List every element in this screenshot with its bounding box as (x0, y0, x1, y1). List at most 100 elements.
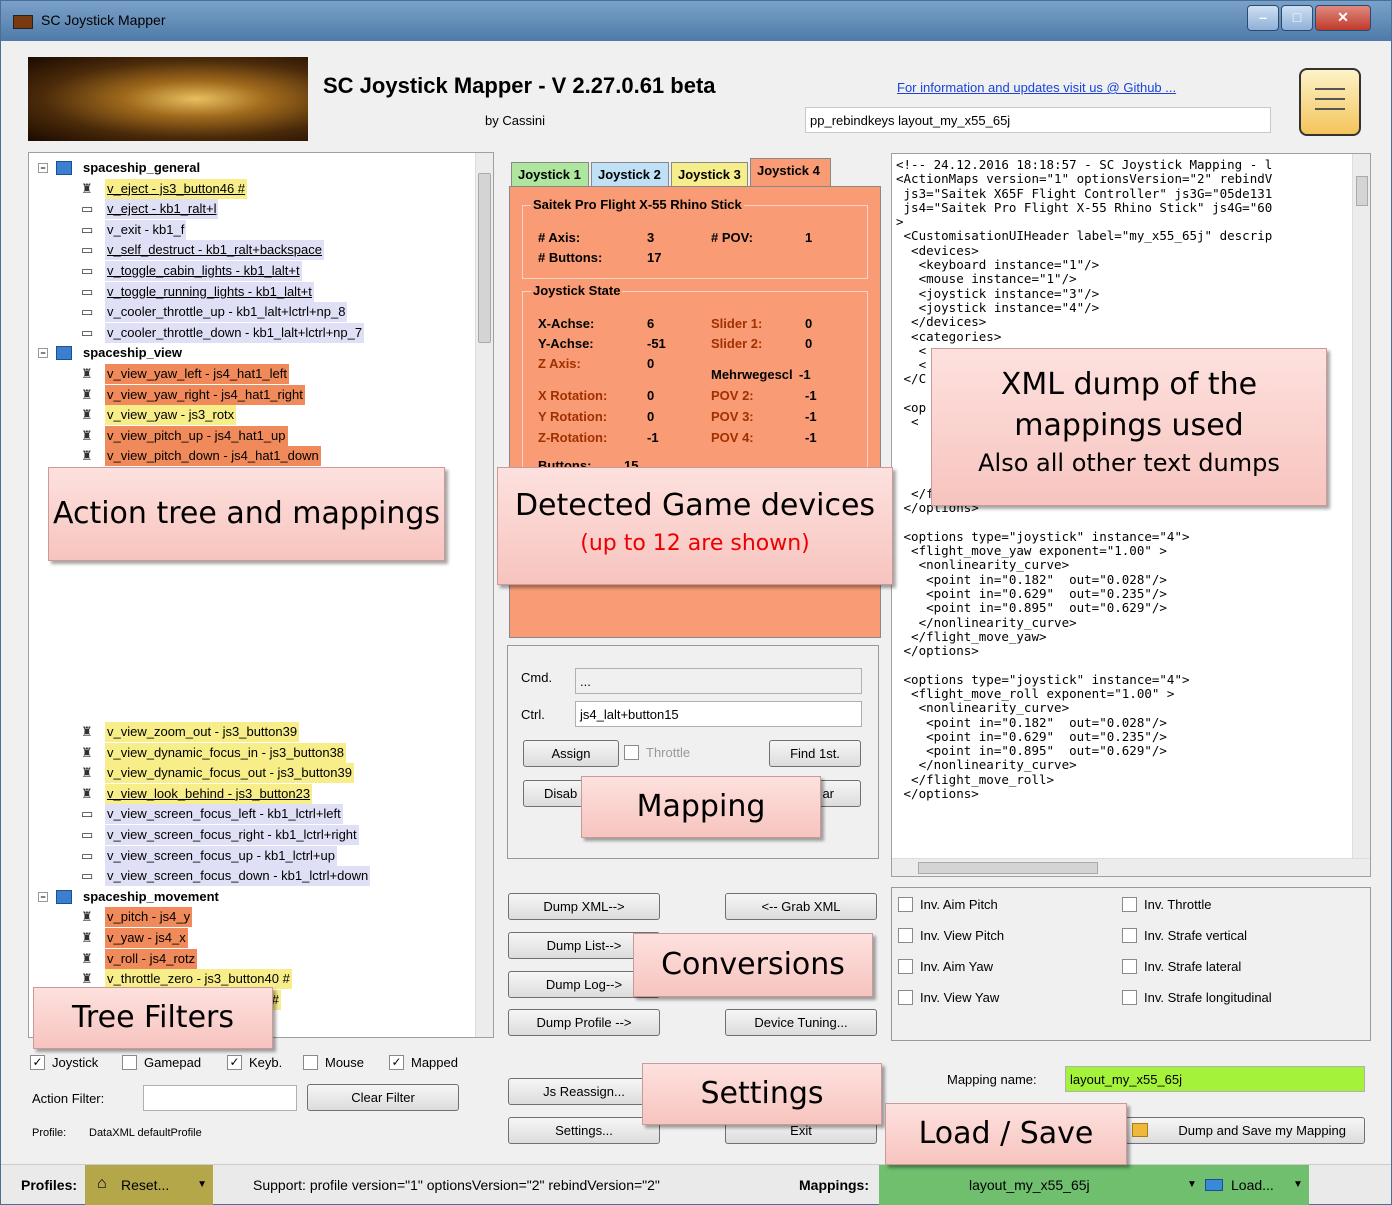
tree-item[interactable]: ♜ v_view_dynamic_focus_in - js3_button38 (29, 742, 469, 763)
collapse-icon[interactable]: − (38, 891, 48, 902)
tree-item[interactable]: ♜ v_view_look_behind - js3_button23 (29, 783, 469, 804)
dropdown-arrow-icon: ▼ (197, 1179, 207, 1190)
tree-item[interactable]: ♜ v_yaw - js4_x (29, 928, 469, 948)
tree-item[interactable]: ▭ v_view_screen_focus_down - kb1_lctrl+do… (29, 866, 469, 887)
invert-checkbox[interactable]: Inv. View Yaw (898, 989, 999, 1007)
mappings-dropdown[interactable]: layout_my_x55_65j ▼ Load... ▼ (879, 1165, 1309, 1205)
filter-gamepad-checkbox[interactable]: Gamepad (122, 1054, 201, 1072)
tree-item-label: v_cooler_throttle_up - kb1_lalt+lctrl+np… (105, 302, 348, 323)
tree-item[interactable]: ♜ v_view_pitch_up - js4_hat1_up (29, 425, 469, 446)
tab-joystick-4[interactable]: Joystick 4 (750, 158, 831, 186)
tree-item[interactable]: ▭ v_eject - kb1_ralt+l (29, 199, 469, 220)
state-label: Slider 1: (711, 316, 763, 331)
settings-button[interactable]: Settings... (508, 1117, 660, 1144)
title-bar[interactable]: SC Joystick Mapper – □ ✕ (1, 1, 1391, 41)
tree-item-label: v_view_pitch_up - js4_hat1_up (105, 425, 288, 446)
maximize-button[interactable]: □ (1281, 5, 1313, 31)
state-value: -1 (799, 367, 811, 382)
tree-item-label: v_view_screen_focus_right - kb1_lctrl+ri… (105, 825, 359, 845)
filter-mouse-checkbox[interactable]: Mouse (303, 1054, 364, 1072)
tree-scrollbar[interactable] (475, 153, 493, 1037)
github-link[interactable]: For information and updates visit us @ G… (897, 80, 1176, 95)
tree-item[interactable]: ▭ v_view_screen_focus_left - kb1_lctrl+le… (29, 804, 469, 825)
tree-item[interactable]: ♜ v_roll - js4_rotz (29, 948, 469, 969)
callout-devices-text: Detected Game devices (514, 488, 876, 523)
cmd-field[interactable]: ... (575, 668, 862, 694)
tree-scroll-thumb[interactable] (478, 173, 491, 343)
dump-and-save-button[interactable]: Dump and Save my Mapping (1125, 1117, 1365, 1144)
tree-item[interactable]: ♜ v_eject - js3_button46 # (29, 178, 469, 199)
action-tree[interactable]: − spaceship_general ♜ v_eject - js3_button4… (28, 152, 494, 1038)
tab-joystick-2[interactable]: Joystick 2 (591, 162, 669, 186)
tree-item[interactable]: ♜ v_pitch - js4_y (29, 907, 469, 928)
xml-horizontal-scrollbar[interactable] (892, 858, 1370, 876)
invert-checkbox[interactable]: Inv. Strafe longitudinal (1122, 989, 1272, 1007)
reset-profile-dropdown[interactable]: ⌂ Reset... ▼ (85, 1165, 213, 1205)
device-tuning-button[interactable]: Device Tuning... (725, 1009, 877, 1036)
dump-profile-button[interactable]: Dump Profile --> (508, 1009, 660, 1036)
tree-item[interactable]: ▭ v_toggle_cabin_lights - kb1_lalt+t (29, 261, 469, 281)
collapse-icon[interactable]: − (38, 348, 48, 359)
tab-joystick-3[interactable]: Joystick 3 (671, 162, 748, 186)
filter-mapped-checkbox[interactable]: ✓ Mapped (389, 1054, 458, 1072)
ctrl-field[interactable]: js4_lalt+button15 (575, 701, 862, 727)
invert-checkbox[interactable]: Inv. Throttle (1122, 896, 1211, 914)
tree-item[interactable]: ▭ v_cooler_throttle_down - kb1_lalt+lctrl… (29, 322, 469, 343)
close-button[interactable]: ✕ (1315, 5, 1371, 31)
copy-to-clipboard-icon[interactable] (1299, 68, 1361, 136)
invert-checkbox[interactable]: Inv. Aim Yaw (898, 958, 993, 976)
filter-keyboard-checkbox[interactable]: ✓ Keyb. (227, 1054, 282, 1072)
throttle-checkbox[interactable]: Throttle (624, 744, 690, 762)
tree-item-label: v_view_look_behind - js3_button23 (105, 783, 313, 804)
tree-item[interactable]: ▭ v_cooler_throttle_up - kb1_lalt+lctrl+n… (29, 302, 469, 323)
xml-vertical-scrollbar[interactable] (1352, 154, 1370, 859)
tree-item[interactable]: ▭ v_self_destruct - kb1_ralt+backspace (29, 240, 469, 261)
callout-settings-text: Settings (700, 1076, 824, 1111)
tree-item[interactable]: ♜ v_view_yaw - js3_rotx (29, 405, 469, 426)
tree-item[interactable]: ♜ v_view_zoom_out - js3_button39 (29, 722, 469, 742)
js-reassign-button[interactable]: Js Reassign... (508, 1078, 660, 1105)
grab-xml-button[interactable]: <-- Grab XML (725, 893, 877, 920)
tree-item[interactable]: ▭ v_view_screen_focus_right - kb1_lctrl+r… (29, 825, 469, 845)
tree-item[interactable]: ♜ v_view_dynamic_focus_out - js3_button39 (29, 763, 469, 784)
tree-group[interactable]: − spaceship_view (29, 343, 469, 363)
invert-checkbox[interactable]: Inv. View Pitch (898, 927, 1004, 945)
joystick-icon: ♜ (81, 724, 93, 739)
xml-vscroll-thumb[interactable] (1356, 176, 1368, 206)
command-output-field[interactable]: pp_rebindkeys layout_my_x55_65j (805, 107, 1271, 133)
callout-xml-line1: XML dump of the (1000, 367, 1258, 402)
tree-item[interactable]: ♜ v_view_yaw_left - js4_hat1_left (29, 364, 469, 384)
tree-item[interactable]: ♜ v_view_pitch_down - js4_hat1_down (29, 446, 469, 467)
tree-item[interactable]: ♜ v_view_yaw_right - js4_hat1_right (29, 384, 469, 405)
find-first-button[interactable]: Find 1st. (769, 740, 861, 767)
assign-button[interactable]: Assign (523, 740, 619, 767)
minimize-button[interactable]: – (1247, 5, 1279, 31)
filter-gamepad-label: Gamepad (144, 1055, 202, 1070)
tree-item-label: v_view_yaw_left - js4_hat1_left (105, 364, 289, 384)
callout-settings: Settings (642, 1063, 882, 1125)
invert-label: Inv. Aim Yaw (920, 959, 993, 974)
tree-item[interactable]: ▭ v_view_screen_focus_up - kb1_lctrl+up (29, 845, 469, 866)
checkbox-box (898, 928, 913, 943)
dropdown-arrow-icon: ▼ (1187, 1179, 1197, 1190)
tree-item[interactable]: ▭ v_toggle_running_lights - kb1_lalt+t (29, 281, 469, 302)
tab-joystick-1[interactable]: Joystick 1 (511, 162, 589, 186)
tree-item[interactable]: ▭ v_exit - kb1_f (29, 219, 469, 240)
mapping-name-input[interactable]: layout_my_x55_65j (1065, 1066, 1365, 1092)
invert-checkbox[interactable]: Inv. Strafe lateral (1122, 958, 1241, 976)
invert-label: Inv. Strafe longitudinal (1144, 990, 1272, 1005)
action-filter-input[interactable] (143, 1085, 297, 1111)
invert-checkbox[interactable]: Inv. Aim Pitch (898, 896, 998, 914)
collapse-icon[interactable]: − (38, 163, 48, 173)
tree-group[interactable]: − spaceship_general (29, 158, 469, 178)
tree-item-label: v_view_screen_focus_down - kb1_lctrl+dow… (105, 866, 371, 887)
tree-group[interactable]: − spaceship_movement (29, 887, 469, 907)
filter-joystick-checkbox[interactable]: ✓ Joystick (30, 1054, 98, 1072)
clear-filter-button[interactable]: Clear Filter (307, 1084, 459, 1111)
invert-checkbox[interactable]: Inv. Strafe vertical (1122, 927, 1247, 945)
callout-conversions-text: Conversions (661, 947, 845, 982)
xml-hscroll-thumb[interactable] (918, 862, 1098, 874)
dump-xml-button[interactable]: Dump XML--> (508, 893, 660, 920)
joystick-icon: ♜ (81, 386, 93, 402)
xml-dump-textbox[interactable]: <!-- 24.12.2016 18:18:57 - SC Joystick M… (891, 153, 1371, 877)
